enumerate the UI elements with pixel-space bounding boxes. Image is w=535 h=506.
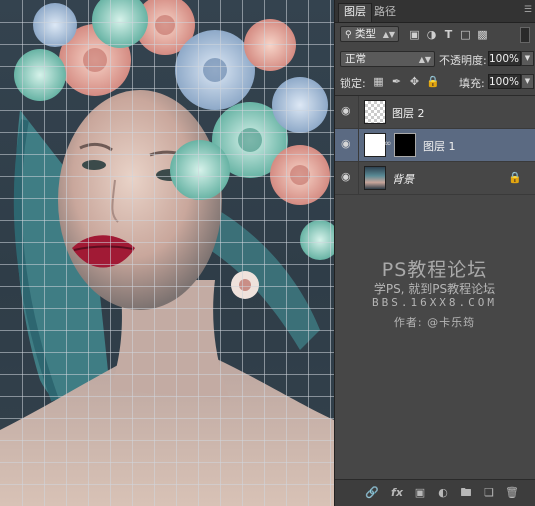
opacity-slider-toggle[interactable]: ▼: [521, 51, 534, 66]
visibility-eye-icon[interactable]: ◉: [341, 105, 355, 116]
lock-row: 锁定: ▦ ✒ ✥ 🔒 填充: 100% ▼: [335, 72, 535, 92]
layer-name[interactable]: 图层 2: [392, 105, 425, 121]
chevron-updown-icon: ▲▼: [382, 30, 395, 39]
fx-icon[interactable]: fx: [390, 486, 404, 500]
link-layers-icon[interactable]: 🔗: [365, 486, 379, 500]
opacity-input[interactable]: 100%: [488, 51, 521, 66]
watermark-author: 作者: @卡乐筠: [393, 316, 476, 329]
panel-tab-bar: 图层 路径 ☰: [335, 0, 535, 23]
blend-mode-dropdown[interactable]: 正常 ▲▼: [340, 51, 435, 67]
document-canvas[interactable]: [0, 0, 334, 506]
watermark-url: BBS.16XX8.COM: [371, 296, 498, 309]
visibility-eye-icon[interactable]: ◉: [341, 171, 355, 182]
layer-filter-row: ⚲ 类型 ▲▼ ▣ ◑ T □ ▩: [335, 24, 535, 46]
blend-row: 正常 ▲▼ 不透明度: 100% ▼: [335, 49, 535, 69]
lock-position-icon[interactable]: ✥: [408, 75, 421, 88]
portrait-photo: [0, 0, 334, 506]
blend-mode-value: 正常: [345, 53, 366, 65]
delete-icon[interactable]: 🗑: [505, 486, 519, 500]
layer-row-background[interactable]: ◉ 背景 🔒: [335, 162, 535, 195]
layer-row-layer2[interactable]: ◉ 图层 2: [335, 96, 535, 129]
lock-icon: 🔒: [508, 171, 522, 184]
adjustment-filter-icon[interactable]: ◑: [425, 28, 438, 41]
add-mask-icon[interactable]: ▣: [413, 486, 427, 500]
watermark-slogan: 学PS, 就到PS教程论坛: [373, 282, 496, 296]
search-icon: ⚲: [345, 30, 352, 40]
layer-name[interactable]: 背景: [392, 171, 414, 187]
layer-thumbnail[interactable]: [364, 133, 386, 157]
opacity-label: 不透明度:: [439, 54, 487, 67]
fill-slider-toggle[interactable]: ▼: [521, 74, 534, 89]
layer-thumbnail[interactable]: [364, 166, 386, 190]
visibility-eye-icon[interactable]: ◉: [341, 138, 355, 149]
filter-kind-label: 类型: [354, 28, 376, 40]
tab-paths[interactable]: 路径: [369, 4, 401, 22]
divider: [358, 129, 359, 161]
divider: [358, 162, 359, 194]
divider: [358, 96, 359, 128]
layer-mask-thumbnail[interactable]: [394, 133, 416, 157]
layers-panel: 图层 路径 ☰ ⚲ 类型 ▲▼ ▣ ◑ T □ ▩ 正常 ▲▼ 不透明度: 10…: [334, 0, 535, 506]
filter-kind-dropdown[interactable]: ⚲ 类型 ▲▼: [340, 26, 399, 42]
lock-label: 锁定:: [340, 77, 366, 90]
shape-filter-icon[interactable]: □: [459, 28, 472, 41]
smart-object-filter-icon[interactable]: ▩: [476, 28, 489, 41]
filter-toggle-switch[interactable]: [520, 27, 530, 43]
type-filter-icon[interactable]: T: [442, 28, 455, 41]
layer-thumbnail[interactable]: [364, 100, 386, 124]
tab-layers[interactable]: 图层: [338, 3, 372, 22]
layers-bottom-toolbar: 🔗 fx ▣ ◐ 🖿 ❏ 🗑: [335, 479, 535, 506]
lock-transparent-icon[interactable]: ▦: [372, 75, 385, 88]
fill-label: 填充:: [459, 77, 485, 90]
chevron-updown-icon: ▲▼: [418, 55, 431, 64]
layer-row-layer1[interactable]: ◉ ∞ 图层 1: [335, 129, 535, 162]
group-icon[interactable]: 🖿: [459, 486, 473, 500]
mask-link-icon[interactable]: ∞: [384, 139, 392, 149]
lock-all-icon[interactable]: 🔒: [426, 75, 440, 88]
layer-name[interactable]: 图层 1: [423, 138, 456, 154]
new-layer-icon[interactable]: ❏: [482, 486, 496, 500]
image-filter-icon[interactable]: ▣: [408, 28, 421, 41]
lock-image-icon[interactable]: ✒: [390, 75, 403, 88]
watermark-title: PS教程论坛: [381, 259, 488, 281]
panel-menu-icon[interactable]: ☰: [524, 5, 532, 15]
adjustment-layer-icon[interactable]: ◐: [436, 486, 450, 500]
fill-input[interactable]: 100%: [488, 74, 521, 89]
